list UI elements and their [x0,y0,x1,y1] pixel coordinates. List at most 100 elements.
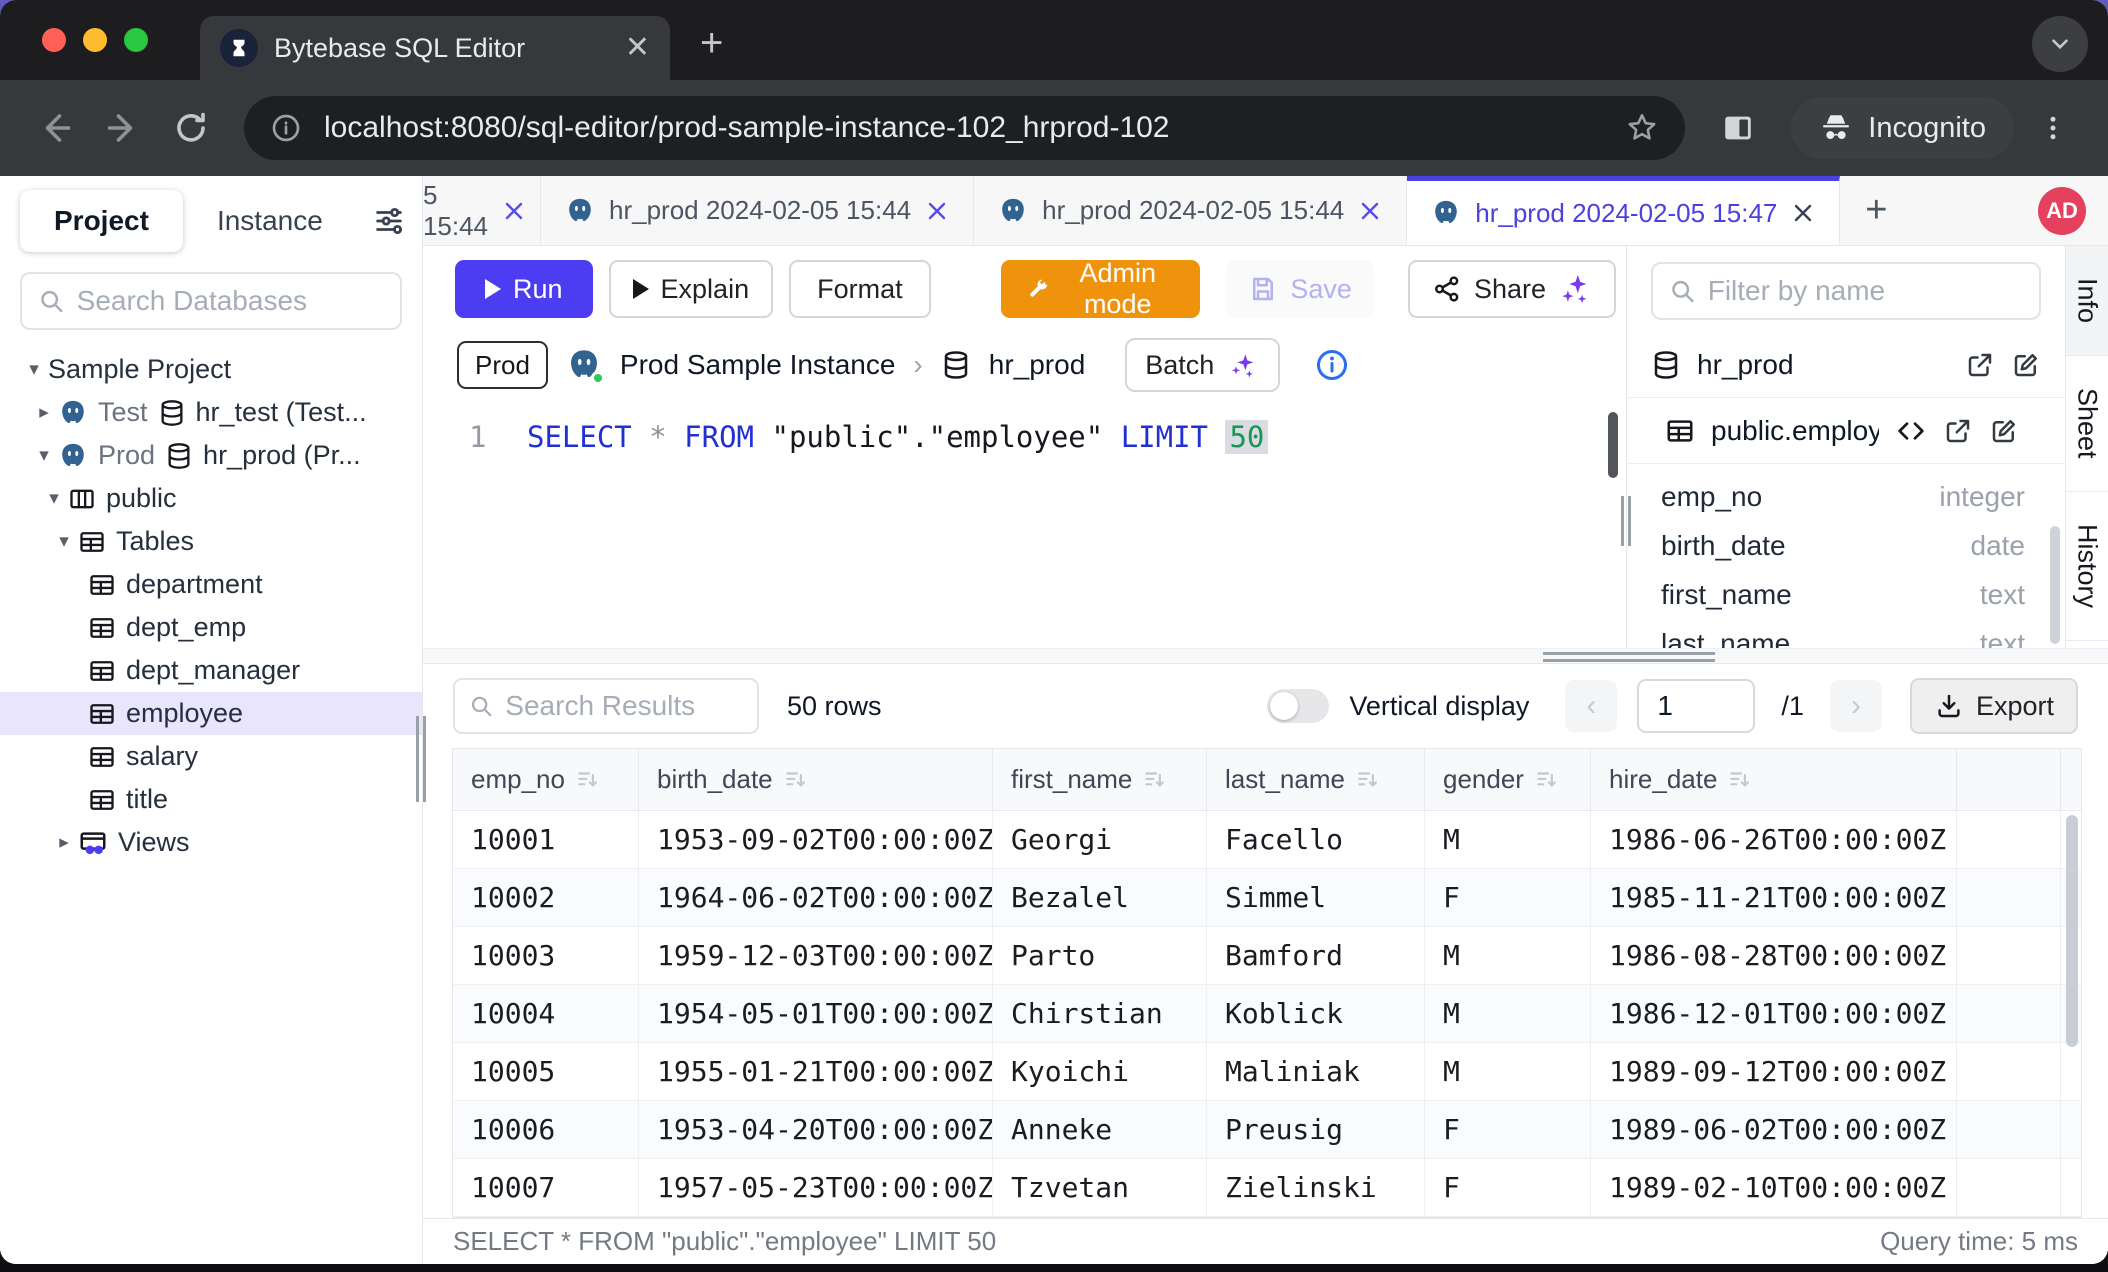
close-window-button[interactable] [42,28,66,52]
caret-down-icon[interactable]: ▾ [40,487,68,510]
column-header-gender[interactable]: gender [1425,749,1591,810]
vertical-display-toggle[interactable] [1267,689,1329,723]
table-row[interactable]: 100011953-09-02T00:00:00ZGeorgiFacelloM1… [453,811,2081,869]
database-row[interactable]: hr_prod [1627,332,2065,398]
page-number-input[interactable] [1657,690,1735,722]
save-button[interactable]: Save [1226,260,1374,318]
tree-item-db-hr-prod[interactable]: ▾Prodhr_prod (Pr... [0,434,422,477]
edit-icon[interactable] [2011,350,2041,380]
tree-item-schema-public[interactable]: ▾public [0,477,422,520]
sort-icon[interactable] [1355,767,1381,793]
external-link-icon[interactable] [1965,350,1995,380]
tree-settings-icon[interactable] [372,204,406,238]
admin-mode-button[interactable]: Admin mode [1001,260,1201,318]
side-tab-history[interactable]: History [2066,492,2108,641]
caret-right-icon[interactable]: ▸ [30,401,58,424]
new-tab-button[interactable]: + [700,21,723,66]
prev-page-button[interactable]: ‹ [1565,680,1617,732]
url-text[interactable]: localhost:8080/sql-editor/prod-sample-in… [324,111,1625,145]
environment-chip[interactable]: Prod [457,341,548,389]
editor-tab[interactable]: hr_prod 2024-02-05 15:44 [974,176,1407,245]
table-row[interactable]: 100051955-01-21T00:00:00ZKyoichiMaliniak… [453,1043,2081,1101]
table-row[interactable]: 100071957-05-23T00:00:00ZTzvetanZielinsk… [453,1159,2081,1217]
schema-filter[interactable] [1651,262,2041,320]
next-page-button[interactable]: › [1830,680,1882,732]
reload-icon[interactable] [162,99,220,157]
table-row[interactable]: 100021964-06-02T00:00:00ZBezalelSimmelF1… [453,869,2081,927]
editor-tab[interactable]: hr_prod 2024-02-05 15:47 [1407,176,1840,245]
browser-tab[interactable]: Bytebase SQL Editor ✕ [200,16,670,80]
column-header-first_name[interactable]: first_name [993,749,1207,810]
column-header-hire_date[interactable]: hire_date [1591,749,1957,810]
page-input[interactable] [1637,679,1755,733]
tree-item-table-dept-emp[interactable]: dept_emp [0,606,422,649]
search-results-input[interactable] [505,690,743,722]
results-search[interactable] [453,678,759,734]
edit-icon[interactable] [1989,416,2019,446]
info-icon[interactable] [1314,347,1350,383]
column-item-birth_date[interactable]: birth_datedate [1627,521,2065,570]
maximize-window-button[interactable] [124,28,148,52]
table-row[interactable]: 100041954-05-01T00:00:00ZChirstianKoblic… [453,985,2081,1043]
close-icon[interactable] [1791,201,1815,225]
share-button[interactable]: Share [1408,260,1616,318]
instance-name[interactable]: Prod Sample Instance [620,349,896,381]
tree-item-table-dept-manager[interactable]: dept_manager [0,649,422,692]
run-button[interactable]: Run [455,260,593,318]
caret-down-icon[interactable]: ▾ [20,358,48,381]
export-button[interactable]: Export [1910,678,2078,734]
horizontal-splitter[interactable] [423,648,2108,664]
tree-item-table-title[interactable]: title [0,778,422,821]
new-sheet-button[interactable]: + [1840,176,1912,245]
caret-down-icon[interactable]: ▾ [30,444,58,467]
close-icon[interactable] [925,199,949,223]
filter-by-name-input[interactable] [1708,275,2023,307]
close-tab-icon[interactable]: ✕ [625,33,650,63]
column-item-first_name[interactable]: first_nametext [1627,570,2065,619]
sort-icon[interactable] [1727,767,1753,793]
forward-icon[interactable] [94,99,152,157]
tab-instance[interactable]: Instance [183,190,357,252]
table-row[interactable]: 100061953-04-20T00:00:00ZAnnekePreusigF1… [453,1101,2081,1159]
tree-item-sample-project[interactable]: ▾Sample Project [0,348,422,391]
column-header-birth_date[interactable]: birth_date [639,749,993,810]
sort-icon[interactable] [1142,767,1168,793]
close-icon[interactable] [502,199,526,223]
panel-resize-handle[interactable] [1621,496,1633,546]
splitter-handle[interactable] [1543,652,1715,662]
batch-mode-button[interactable]: Batch [1125,338,1280,392]
sort-icon[interactable] [1534,767,1560,793]
tree-item-table-employee[interactable]: employee [0,692,422,735]
database-search[interactable] [20,272,402,330]
side-tab-sheet[interactable]: Sheet [2066,356,2108,492]
url-bar[interactable]: localhost:8080/sql-editor/prod-sample-in… [244,96,1685,160]
column-header-emp_no[interactable]: emp_no [453,749,639,810]
column-list-scrollbar[interactable] [2050,526,2060,644]
tree-item-table-salary[interactable]: salary [0,735,422,778]
database-name[interactable]: hr_prod [989,349,1086,381]
external-link-icon[interactable] [1943,416,1973,446]
tree-item-db-hr-test[interactable]: ▸Testhr_test (Test... [0,391,422,434]
site-info-icon[interactable] [270,112,302,144]
sidebar-resize-handle[interactable] [416,716,428,802]
browser-menu-icon[interactable] [2024,99,2082,157]
search-databases-input[interactable] [77,285,384,317]
table-row[interactable]: 100031959-12-03T00:00:00ZPartoBamfordM19… [453,927,2081,985]
editor-tab[interactable]: hr_prod 2024-02-05 15:44 [541,176,974,245]
explain-button[interactable]: Explain [609,260,774,318]
sort-icon[interactable] [575,767,601,793]
sql-code[interactable]: SELECT * FROM "public"."employee" LIMIT … [527,420,1268,454]
caret-down-icon[interactable]: ▾ [50,530,78,553]
editor-scrollbar[interactable] [1608,412,1618,478]
format-button[interactable]: Format [789,260,931,318]
column-item-emp_no[interactable]: emp_nointeger [1627,472,2065,521]
side-tab-info[interactable]: Info [2066,246,2108,356]
table-row-header[interactable]: public.employee [1627,398,2065,464]
minimize-window-button[interactable] [83,28,107,52]
sql-editor[interactable]: 1 SELECT * FROM "public"."employee" LIMI… [423,406,1626,648]
results-scrollbar[interactable] [2066,815,2078,1047]
close-icon[interactable] [1358,199,1382,223]
tree-item-tables-group[interactable]: ▾Tables [0,520,422,563]
tree-item-views-group[interactable]: ▸Views [0,821,422,864]
code-icon[interactable] [1895,415,1927,447]
